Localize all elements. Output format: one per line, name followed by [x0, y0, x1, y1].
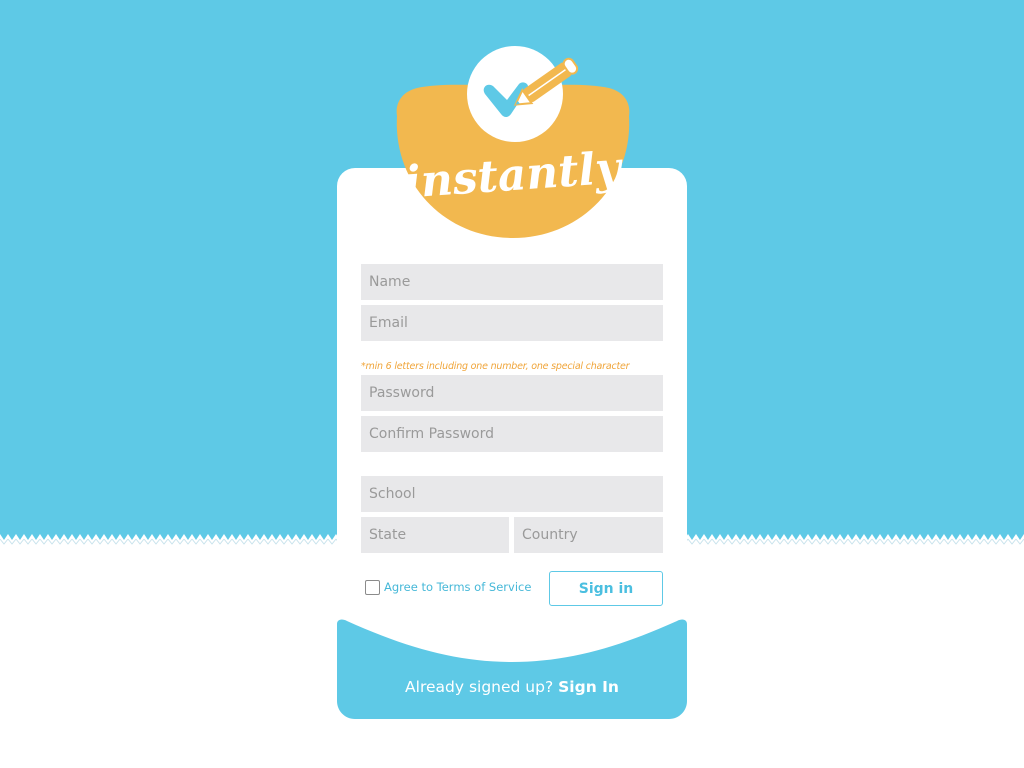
password-input[interactable]: [361, 375, 663, 411]
school-input[interactable]: [361, 476, 663, 512]
instantly-logo: instantly: [396, 46, 630, 238]
email-input[interactable]: [361, 305, 663, 341]
state-input[interactable]: [361, 517, 509, 553]
confirm-password-input[interactable]: [361, 416, 663, 452]
sign-in-link[interactable]: Sign In: [558, 678, 619, 696]
password-requirements-hint: *min 6 letters including one number, one…: [361, 361, 630, 372]
terms-checkbox[interactable]: [365, 579, 380, 595]
already-signed-up-footer: Already signed up? Sign In: [337, 678, 687, 696]
sign-in-button[interactable]: Sign in: [549, 571, 663, 606]
terms-of-service-toggle[interactable]: Agree to Terms of Service: [365, 578, 531, 596]
name-input[interactable]: [361, 264, 663, 300]
already-signed-up-prompt: Already signed up?: [405, 678, 554, 696]
footer-wave-panel: [337, 619, 687, 719]
country-input[interactable]: [514, 517, 663, 553]
terms-of-service-label[interactable]: Agree to Terms of Service: [384, 580, 531, 594]
